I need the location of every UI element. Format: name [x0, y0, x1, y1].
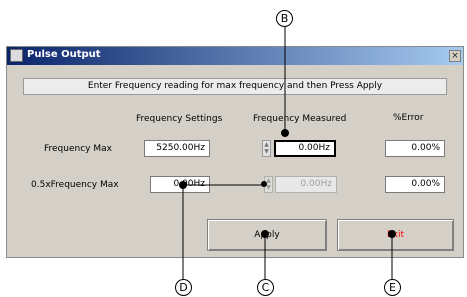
callout-e-dot	[388, 230, 396, 238]
callout-c: C	[257, 279, 274, 296]
callout-b-dot	[281, 129, 289, 137]
callout-d-dot	[179, 181, 187, 189]
callout-c-dot	[261, 230, 269, 238]
callout-e: E	[384, 279, 401, 296]
callout-d: D	[175, 279, 192, 296]
callout-d-dot-2	[261, 181, 267, 187]
callout-lines	[182, 27, 393, 282]
